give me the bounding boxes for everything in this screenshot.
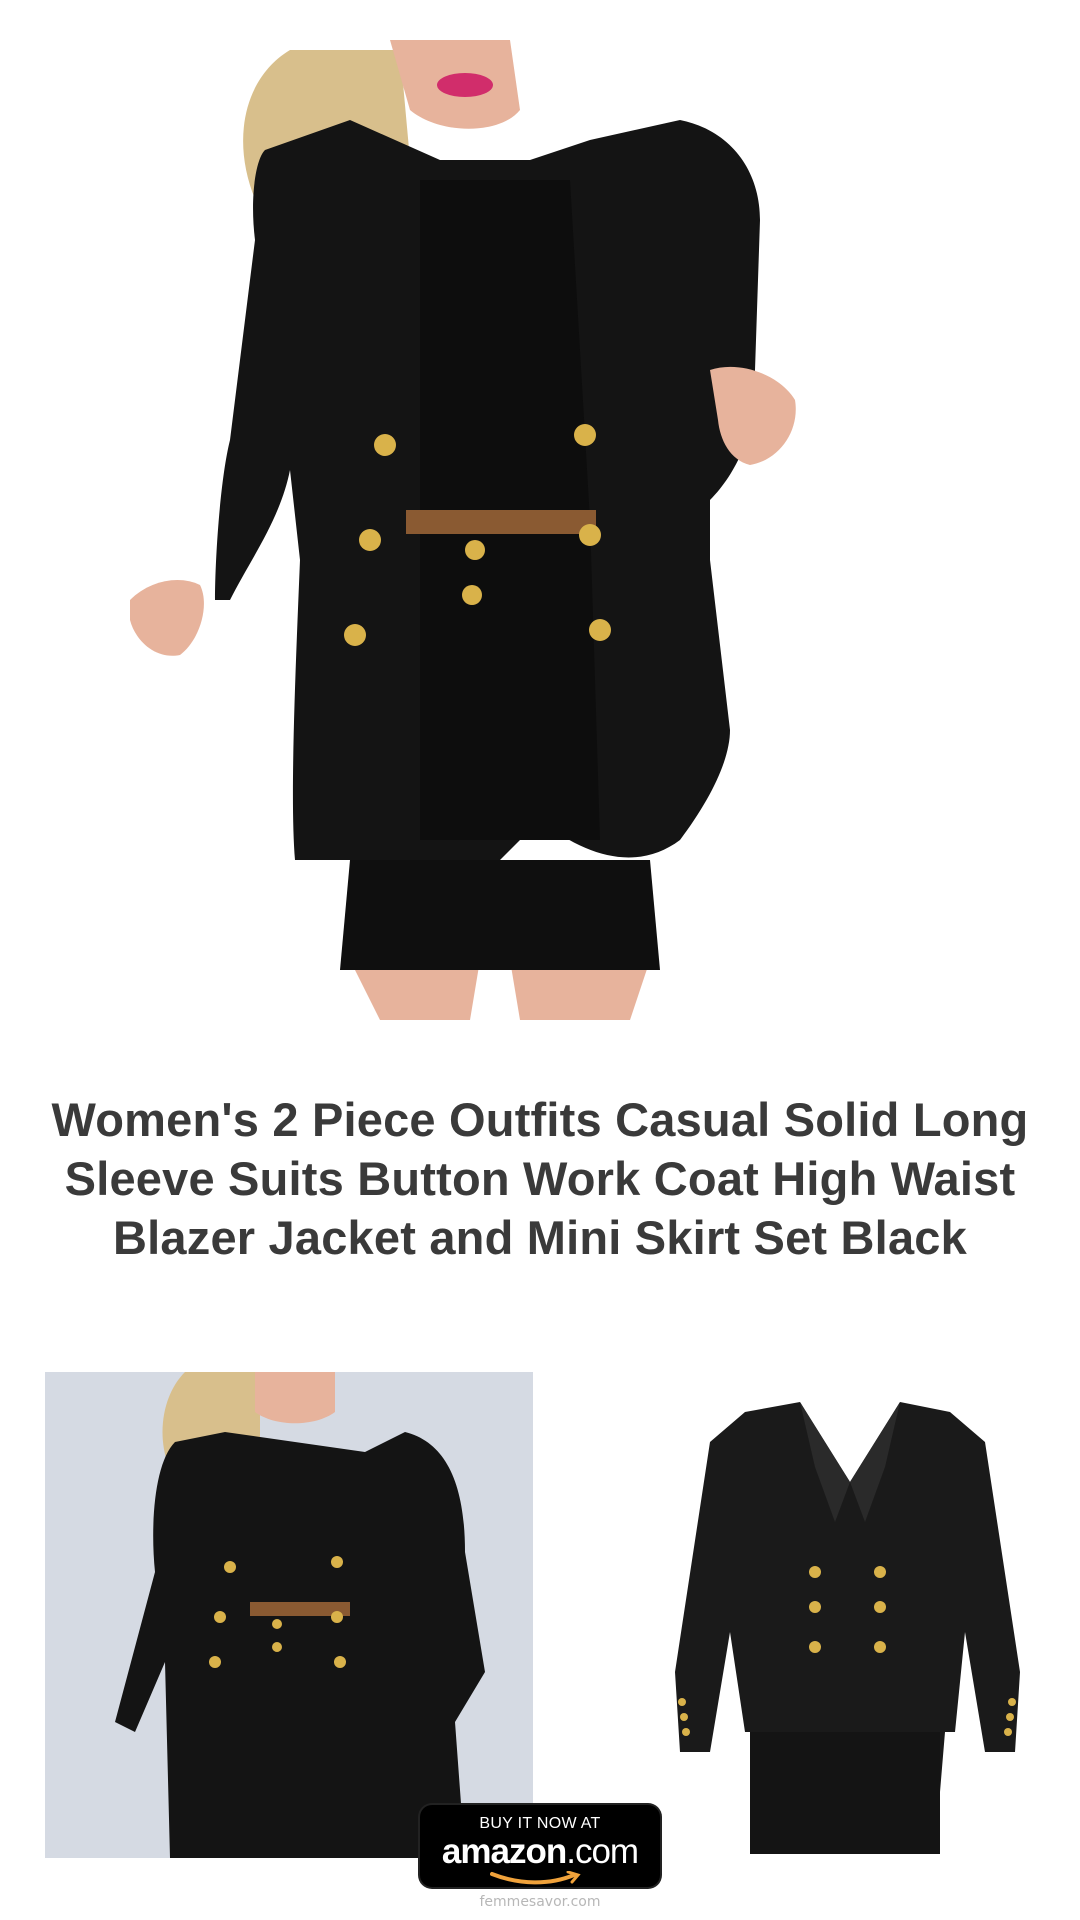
product-thumbnail-model[interactable]	[45, 1372, 533, 1858]
blazer-and-skirt-flatlay-photo	[600, 1372, 1040, 1858]
amazon-domain: .com	[566, 1832, 639, 1871]
model-wearing-blazer-set-photo	[45, 1372, 533, 1858]
buy-now-label: BUY IT NOW AT	[479, 1815, 601, 1832]
amazon-smile-icon	[490, 1871, 581, 1885]
buy-on-amazon-button[interactable]: BUY IT NOW AT amazon.com	[420, 1805, 660, 1887]
site-footer: femmesavor.com	[479, 1894, 601, 1910]
product-title: Women's 2 Piece Outfits Casual Solid Lon…	[51, 1093, 1029, 1264]
amazon-logo: amazon.com	[420, 1832, 660, 1872]
product-hero-image	[120, 40, 960, 1020]
model-blazer-outfit-photo	[130, 40, 796, 1020]
product-thumbnail-flatlay[interactable]	[600, 1372, 1040, 1858]
amazon-wordmark: amazon	[441, 1832, 567, 1871]
